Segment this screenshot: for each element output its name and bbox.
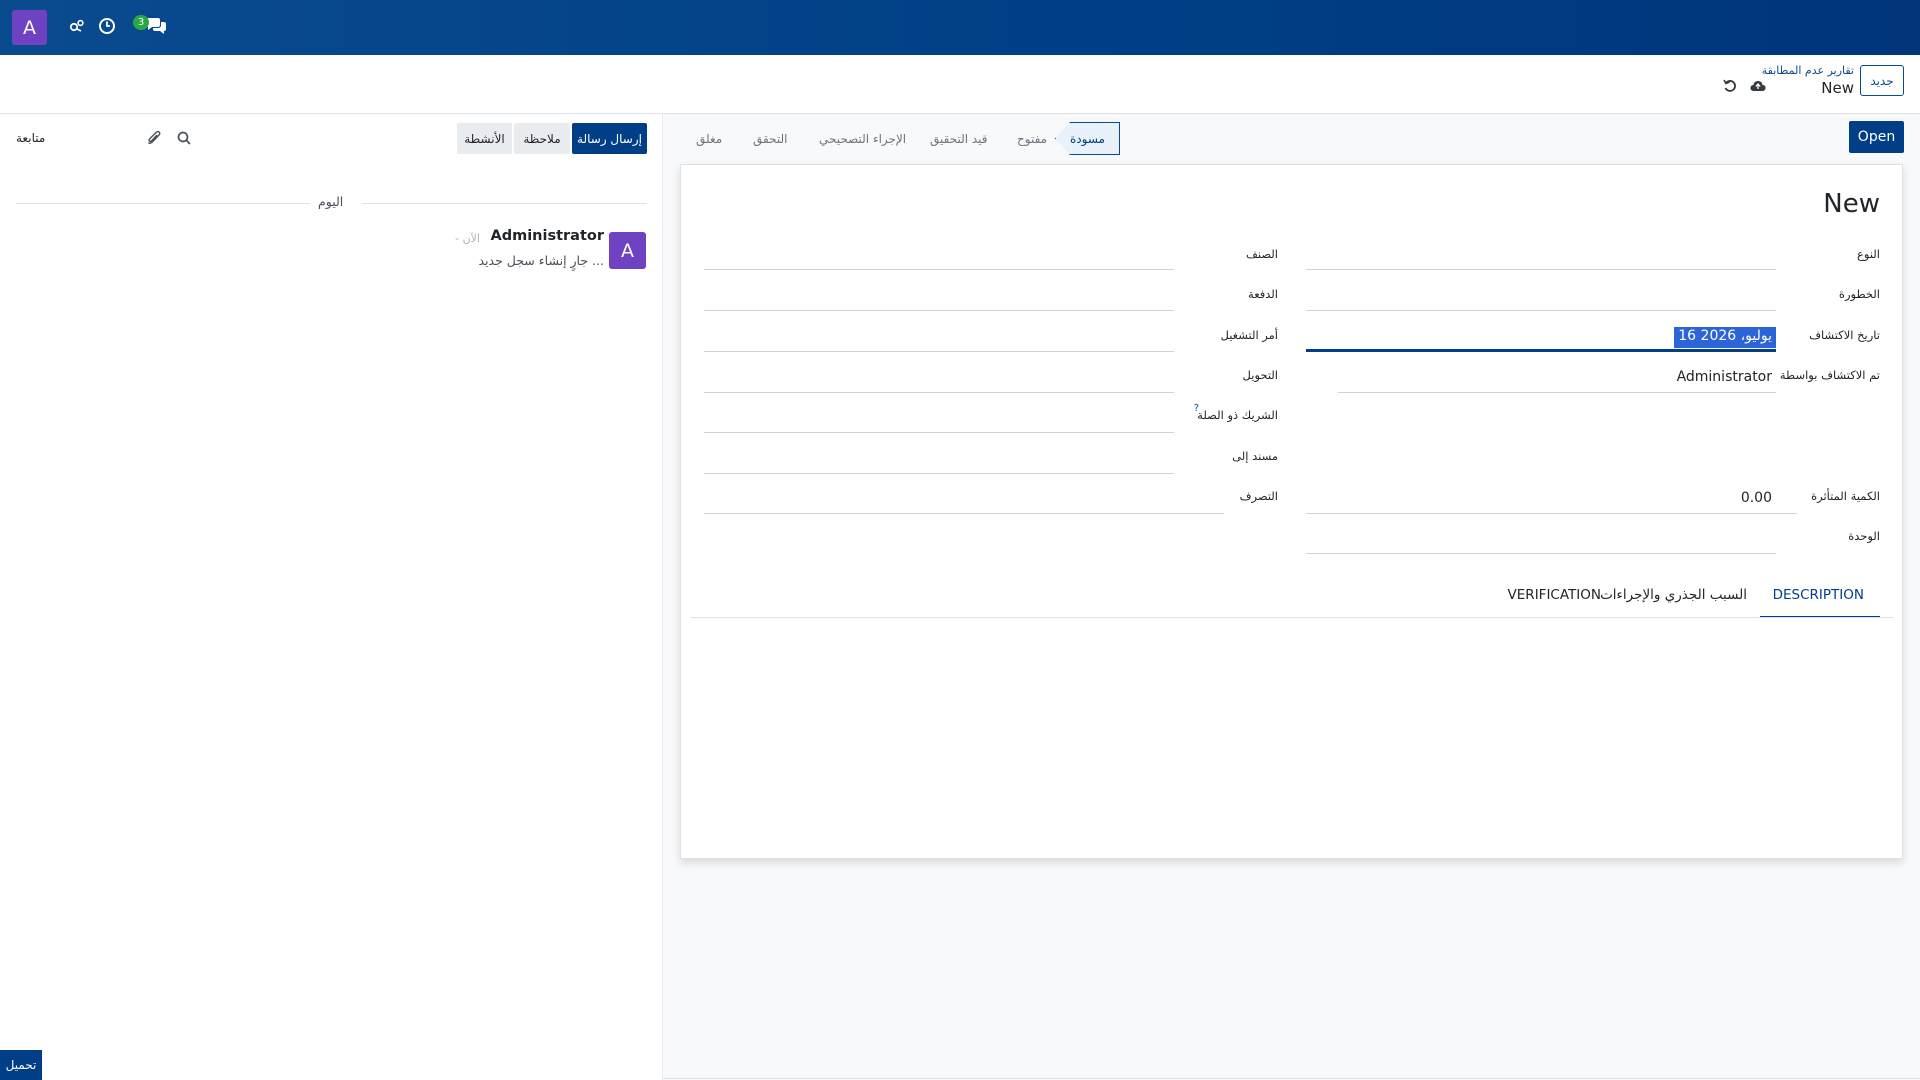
control-panel: جديد تقارير عدم المطابقة New	[0, 55, 1920, 114]
detected-by-field[interactable]	[1338, 392, 1776, 393]
label-detection-date: تاريخ الاكتشاف	[1809, 328, 1880, 342]
debug-icon[interactable]	[66, 15, 88, 37]
stage-investigation[interactable]: قيد التحقيق	[930, 132, 988, 146]
message-author-avatar[interactable]: A	[609, 232, 646, 269]
partner-help-tooltip[interactable]: ?	[1194, 403, 1199, 414]
stage-open[interactable]: مفتوح	[1017, 132, 1047, 146]
transfer-field[interactable]	[704, 392, 1174, 393]
upload-button[interactable]: تحميل	[0, 1050, 42, 1080]
top-navbar: A 3	[0, 0, 1920, 55]
attachment-paperclip-icon[interactable]	[145, 129, 163, 147]
new-record-button[interactable]: جديد	[1860, 65, 1904, 96]
open-button[interactable]: Open	[1849, 121, 1904, 153]
discard-undo-icon[interactable]	[1721, 77, 1739, 95]
chat-bubbles-icon[interactable]	[145, 15, 167, 37]
uom-field[interactable]	[1306, 553, 1776, 554]
label-product: الصنف	[1245, 247, 1278, 261]
label-work-order: أمر التشغيل	[1220, 328, 1278, 342]
stage-corrective-action[interactable]: الإجراء التصحيحي	[819, 132, 906, 146]
follow-button[interactable]: متابعة	[16, 131, 45, 145]
tab-verification[interactable]: VERIFICATION	[1508, 587, 1601, 603]
label-transfer: التحويل	[1242, 368, 1278, 382]
messages-badge: 3	[133, 15, 149, 30]
stage-closed[interactable]: مغلق	[696, 132, 722, 146]
breadcrumb-parent-link[interactable]: تقارير عدم المطابقة	[1762, 64, 1854, 77]
tab-root-cause-actions[interactable]: السبب الجذري والإجراءات	[1600, 587, 1747, 603]
message-author[interactable]: Administrator	[490, 228, 604, 244]
clock-icon[interactable]	[96, 15, 118, 37]
log-note-button[interactable]: ملاحظة	[514, 123, 570, 154]
search-icon[interactable]	[175, 129, 193, 147]
label-detected-by: تم الاكتشاف بواسطة	[1779, 368, 1880, 382]
activities-button[interactable]: الأنشطة	[457, 123, 512, 154]
partner-field[interactable]	[704, 432, 1174, 433]
breadcrumb-current: New	[1821, 79, 1854, 97]
stage-verification[interactable]: التحقق	[753, 132, 787, 146]
label-disposition: التصرف	[1239, 489, 1278, 503]
label-assigned-to: مسند إلى	[1232, 449, 1278, 463]
today-separator: اليوم	[318, 194, 344, 209]
today-divider-right	[362, 203, 647, 204]
save-cloud-icon[interactable]	[1749, 77, 1767, 95]
label-severity: الخطورة	[1838, 287, 1880, 301]
label-type: النوع	[1857, 247, 1880, 261]
chatter-panel: إرسال رسالة ملاحظة الأنشطة متابعة اليوم …	[0, 114, 663, 1080]
message-body: جارٍ إنشاء سجل جديد ...	[478, 253, 604, 268]
user-avatar[interactable]: A	[12, 10, 47, 45]
detection-date-input[interactable]: 16 يوليو، 2026	[1674, 327, 1776, 348]
severity-field[interactable]	[1306, 310, 1776, 311]
detection-date-underline	[1306, 349, 1776, 352]
product-field[interactable]	[704, 269, 1174, 270]
type-field[interactable]	[1306, 269, 1776, 270]
form-sheet: New النوع الخطورة تاريخ الاكتشاف تم الاك…	[680, 164, 1903, 859]
disposition-field[interactable]	[704, 513, 1224, 514]
tab-description[interactable]: DESCRIPTION	[1773, 587, 1864, 603]
label-uom: الوحدة	[1848, 529, 1880, 543]
tabs-divider	[691, 617, 1894, 618]
assigned-to-field[interactable]	[704, 473, 1174, 474]
label-partner: الشريك ذو الصلة	[1197, 408, 1278, 422]
message-time: - الآن	[455, 232, 480, 245]
send-message-button[interactable]: إرسال رسالة	[572, 123, 647, 154]
bottom-divider	[663, 1078, 1920, 1079]
record-title: New	[1823, 189, 1880, 219]
today-divider-left	[16, 203, 310, 204]
detected-by-value[interactable]: Administrator	[1677, 369, 1772, 385]
affected-qty-field[interactable]	[1306, 513, 1797, 514]
work-order-field[interactable]	[704, 351, 1174, 352]
lot-field[interactable]	[704, 310, 1174, 311]
label-lot: الدفعة	[1248, 287, 1278, 301]
affected-qty-value[interactable]: 0.00	[1741, 490, 1772, 506]
label-affected-qty: الكمية المتأثرة	[1811, 489, 1880, 503]
